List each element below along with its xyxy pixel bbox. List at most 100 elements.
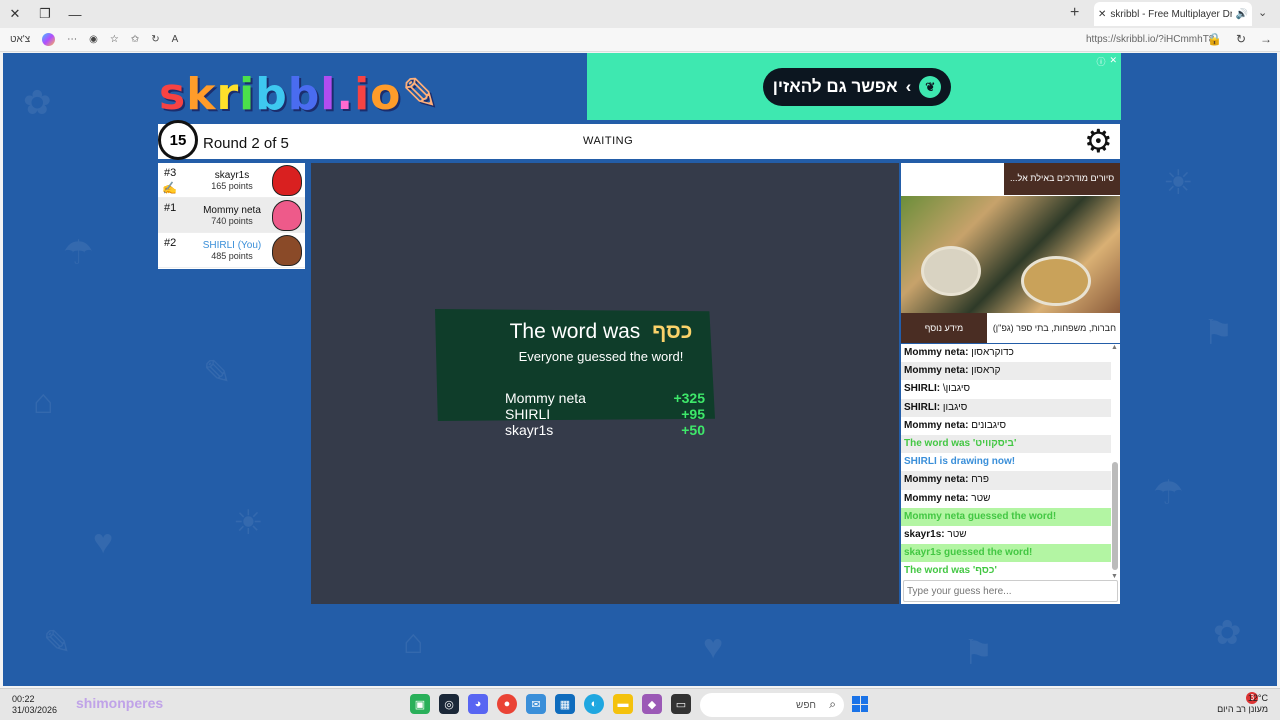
- chat-author: Mommy neta:: [904, 347, 969, 358]
- doodle-bg-icon: ⌂: [33, 383, 54, 421]
- restore-window-icon[interactable]: ❐: [30, 0, 60, 28]
- clock[interactable]: 00:22 31/03/2026: [12, 694, 57, 716]
- new-tab-button[interactable]: +: [1070, 4, 1079, 22]
- chat-author: SHIRLI:: [904, 383, 941, 395]
- chat-message-list[interactable]: Mommy neta: כדוקראסון Mommy neta: קראסון S…: [901, 344, 1111, 578]
- score-row: skayr1s +50: [505, 422, 705, 438]
- doodle-bg-icon: ⚑: [1203, 314, 1234, 352]
- doodle-bg-icon: ✿: [1213, 614, 1242, 652]
- chat-system-message: The word was 'ביסקוויט': [901, 434, 1111, 454]
- date-text: 31/03/2026: [12, 705, 58, 715]
- store-icon[interactable]: ▦: [555, 694, 575, 714]
- chat-text: קראסון: [971, 365, 1001, 377]
- player-card[interactable]: #2 SHIRLI (You) 485 points: [158, 233, 305, 268]
- folder-icon[interactable]: ▬: [613, 694, 633, 714]
- steam-icon[interactable]: ◎: [439, 694, 459, 714]
- chat-message: Mommy neta: סיגבונים: [901, 417, 1111, 435]
- chat-message: Mommy neta: שטר: [901, 490, 1111, 508]
- app-icon[interactable]: ▣: [410, 694, 430, 714]
- favorite-icon[interactable]: ✩: [131, 34, 139, 45]
- chat-system-message: Mommy neta guessed the word!: [901, 507, 1111, 526]
- browser-tab[interactable]: ✕ skribbl - Free Multiplayer Dra... 🔊: [1094, 2, 1252, 26]
- windows-taskbar: 00:22 31/03/2026 shimonperes ▣ ◎ ◕ ● ✉ ▦…: [0, 688, 1280, 720]
- minimize-window-icon[interactable]: —: [60, 0, 90, 28]
- avatar: [272, 200, 302, 231]
- score-points: +325: [673, 390, 705, 406]
- side-ad[interactable]: ...סיורים מודרכים באילת אל מידע נוסף חבר…: [901, 163, 1120, 343]
- tab-close-icon[interactable]: ✕: [1098, 9, 1106, 20]
- chat-message: Mommy neta: כדוקראסון: [901, 344, 1111, 362]
- browser-titlebar: ✕ ❐ — + ✕ skribbl - Free Multiplayer Dra…: [0, 0, 1280, 28]
- guess-input[interactable]: [903, 580, 1118, 602]
- drawing-hand-icon: ✍: [162, 181, 177, 195]
- weather-text: מעונן רב היום: [1217, 704, 1268, 714]
- doodle-bg-icon: ✿: [23, 84, 52, 122]
- player-rank: #3: [164, 167, 177, 179]
- discord-icon[interactable]: ◕: [468, 694, 488, 714]
- avatar: [272, 235, 302, 266]
- weather-widget[interactable]: 12°C מעונן רב היום: [1217, 693, 1268, 715]
- chat-scrollbar[interactable]: ▲ ▼: [1111, 344, 1118, 580]
- word-reveal-title: The word was כסף: [501, 320, 701, 344]
- round-scores: Mommy neta +325 SHIRLI +95 skayr1s +50: [505, 390, 705, 438]
- player-list: #3 ✍ skayr1s 165 points #1 Mommy neta 74…: [158, 163, 305, 269]
- copilot-icon[interactable]: [42, 33, 56, 46]
- tab-menu-chevron-icon[interactable]: ⌄: [1258, 6, 1267, 19]
- search-icon: ⌕: [829, 697, 836, 711]
- windows-start-icon[interactable]: [852, 696, 868, 712]
- refresh-small-icon[interactable]: ↻: [151, 34, 159, 45]
- ad-info-icon[interactable]: ⓘ ✕: [1096, 55, 1117, 68]
- leaf-icon: ❦: [919, 76, 942, 98]
- back-icon[interactable]: →: [1260, 32, 1272, 46]
- top-ad-banner[interactable]: ⓘ ✕ אפשר גם להאזין ‹ ❦: [587, 53, 1121, 120]
- chat-message: SHIRLI: \סיגבון: [901, 380, 1111, 398]
- reload-icon[interactable]: ↻: [1236, 32, 1246, 46]
- bowl-shape: [921, 246, 981, 296]
- collections-icon[interactable]: ☆: [110, 34, 119, 45]
- timer-clock-icon: 15: [158, 120, 198, 160]
- round-indicator: Round 2 of 5: [203, 135, 289, 152]
- chrome-icon[interactable]: ●: [497, 694, 517, 714]
- chat-text: שטר: [947, 528, 967, 540]
- edge-icon[interactable]: ◐: [584, 694, 604, 714]
- scroll-thumb[interactable]: [1112, 462, 1118, 570]
- app-icon[interactable]: ◆: [642, 694, 662, 714]
- revealed-word: כסף: [652, 320, 693, 343]
- side-ad-more-info-button[interactable]: מידע נוסף: [901, 313, 987, 343]
- scroll-up-icon[interactable]: ▲: [1111, 344, 1118, 351]
- more-icon[interactable]: ⋯: [67, 34, 77, 45]
- ad-label: אפשר גם להאזין: [772, 77, 898, 96]
- chat-message: SHIRLI: סיגבון: [901, 398, 1111, 417]
- terminal-icon[interactable]: ▭: [671, 694, 691, 714]
- profile-icon[interactable]: ◉: [89, 34, 98, 45]
- lock-icon[interactable]: 🔒: [1207, 32, 1222, 46]
- url-field[interactable]: https://skribbl.io/?iHCmmhT8: [1086, 34, 1214, 45]
- taskbar-search[interactable]: חפש ⌕: [700, 693, 844, 717]
- player-card[interactable]: #1 Mommy neta 740 points: [158, 198, 305, 233]
- drawing-canvas[interactable]: The word was כסף Everyone guessed the wo…: [311, 163, 899, 604]
- doodle-bg-icon: ☂: [63, 234, 94, 272]
- skribbl-page: ✿ ☂ ⌂ ♥ ✎ ☀ ⚑ ☂ ✿ ⌂ ♥ ✎ ☀ ⚑ skribbl.io✎ …: [3, 53, 1277, 686]
- chat-text: סיגבונים: [971, 419, 1007, 431]
- doodle-bg-icon: ♥: [703, 628, 724, 666]
- doodle-bg-icon: ☀: [1163, 164, 1194, 202]
- chat-message: skayr1s: שטר: [901, 526, 1111, 544]
- word-reveal-subtitle: Everyone guessed the word!: [518, 349, 684, 364]
- scroll-down-icon[interactable]: ▼: [1111, 573, 1118, 580]
- browser-left-label[interactable]: צ'אט: [10, 34, 30, 45]
- word-reveal-label: The word was: [509, 320, 641, 343]
- ad-listen-button[interactable]: אפשר גם להאזין ‹ ❦: [763, 68, 951, 106]
- mail-icon[interactable]: ✉: [526, 694, 546, 714]
- skribbl-logo[interactable]: skribbl.io✎: [159, 69, 439, 120]
- speaker-icon[interactable]: 🔊: [1236, 9, 1248, 20]
- score-name: Mommy neta: [505, 390, 586, 406]
- settings-gear-icon[interactable]: ⚙: [1084, 125, 1116, 157]
- game-status: WAITING: [583, 135, 634, 147]
- player-card[interactable]: #3 ✍ skayr1s 165 points: [158, 163, 305, 198]
- read-aloud-icon[interactable]: A: [172, 34, 179, 45]
- tab-title: skribbl - Free Multiplayer Dra...: [1110, 8, 1231, 20]
- close-window-icon[interactable]: ✕: [0, 0, 30, 28]
- score-row: Mommy neta +325: [505, 390, 705, 406]
- player-rank: #2: [164, 237, 177, 249]
- doodle-bg-icon: ⌂: [403, 623, 424, 661]
